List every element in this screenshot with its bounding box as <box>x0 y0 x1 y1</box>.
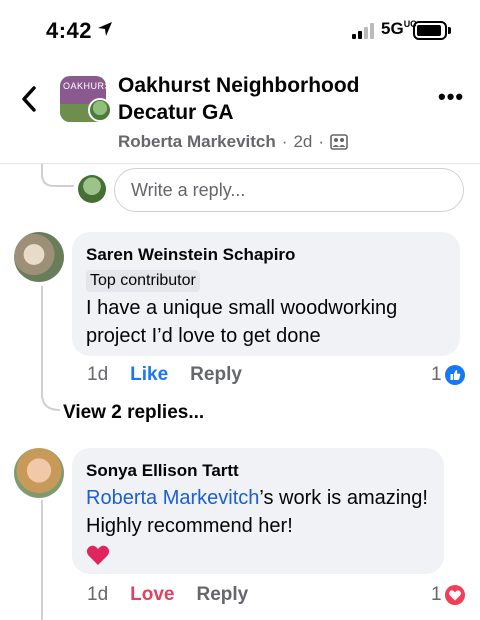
reply-button[interactable]: Reply <box>197 584 249 606</box>
comment-actions: 1d Love Reply <box>87 584 248 606</box>
location-arrow-icon <box>98 22 112 36</box>
back-arrow-icon[interactable] <box>18 84 40 114</box>
comment-bubble: Sonya Ellison Tartt Roberta Markevitch’s… <box>72 448 444 574</box>
reaction-summary[interactable]: 1 <box>431 584 465 606</box>
comment-author[interactable]: Sonya Ellison Tartt <box>86 460 430 482</box>
group-title[interactable]: Oakhurst Neighborhood Decatur GA <box>118 72 418 126</box>
poster-avatar[interactable] <box>88 98 112 122</box>
like-button[interactable]: Like <box>130 364 168 386</box>
comment-text: I have a unique small woodworking projec… <box>86 297 398 347</box>
reaction-summary[interactable]: 1 <box>431 364 465 386</box>
thread-line <box>41 500 43 620</box>
heart-emoji-icon <box>86 545 110 565</box>
network-label: 5GUC <box>381 19 417 38</box>
love-reaction-icon <box>444 585 465 605</box>
cellular-signal-icon <box>352 23 374 39</box>
post-author[interactable]: Roberta Markevitch <box>118 132 276 152</box>
comment-bubble: Saren Weinstein Schapiro Top contributor… <box>72 232 460 356</box>
top-contributor-badge[interactable]: Top contributor <box>86 270 200 292</box>
post-age: 2d <box>293 132 313 151</box>
commenter-avatar[interactable] <box>14 232 64 282</box>
reaction-count: 1 <box>431 364 442 385</box>
reply-row <box>0 168 480 214</box>
mention-link[interactable]: Roberta Markevitch <box>86 487 259 509</box>
post-header: OAKHURST Oakhurst Neighborhood Decatur G… <box>0 62 480 164</box>
view-replies-link[interactable]: View 2 replies... <box>63 402 204 424</box>
reply-input[interactable] <box>114 168 464 212</box>
comment-author[interactable]: Saren Weinstein Schapiro <box>86 244 446 266</box>
status-bar: 4:42 5GUC <box>0 0 480 62</box>
comment-actions: 1d Like Reply <box>87 364 242 386</box>
group-avatar-text: OAKHURST <box>63 81 106 91</box>
comment-age: 1d <box>87 364 109 385</box>
comment-text: Roberta Markevitch’s work is amazing! Hi… <box>86 487 428 537</box>
commenter-avatar[interactable] <box>14 448 64 498</box>
thread-line <box>41 286 43 398</box>
thread-curve <box>41 394 61 411</box>
more-options-icon[interactable]: ••• <box>438 86 464 108</box>
reaction-count: 1 <box>431 584 442 605</box>
post-meta: Roberta Markevitch · 2d · <box>118 132 348 152</box>
reply-button[interactable]: Reply <box>190 364 242 386</box>
comment-age: 1d <box>87 584 109 605</box>
battery-icon <box>413 21 451 40</box>
current-user-avatar <box>78 175 106 203</box>
status-time: 4:42 <box>46 18 93 43</box>
group-privacy-icon <box>330 134 348 150</box>
love-button[interactable]: Love <box>130 584 174 606</box>
like-reaction-icon <box>444 365 465 385</box>
